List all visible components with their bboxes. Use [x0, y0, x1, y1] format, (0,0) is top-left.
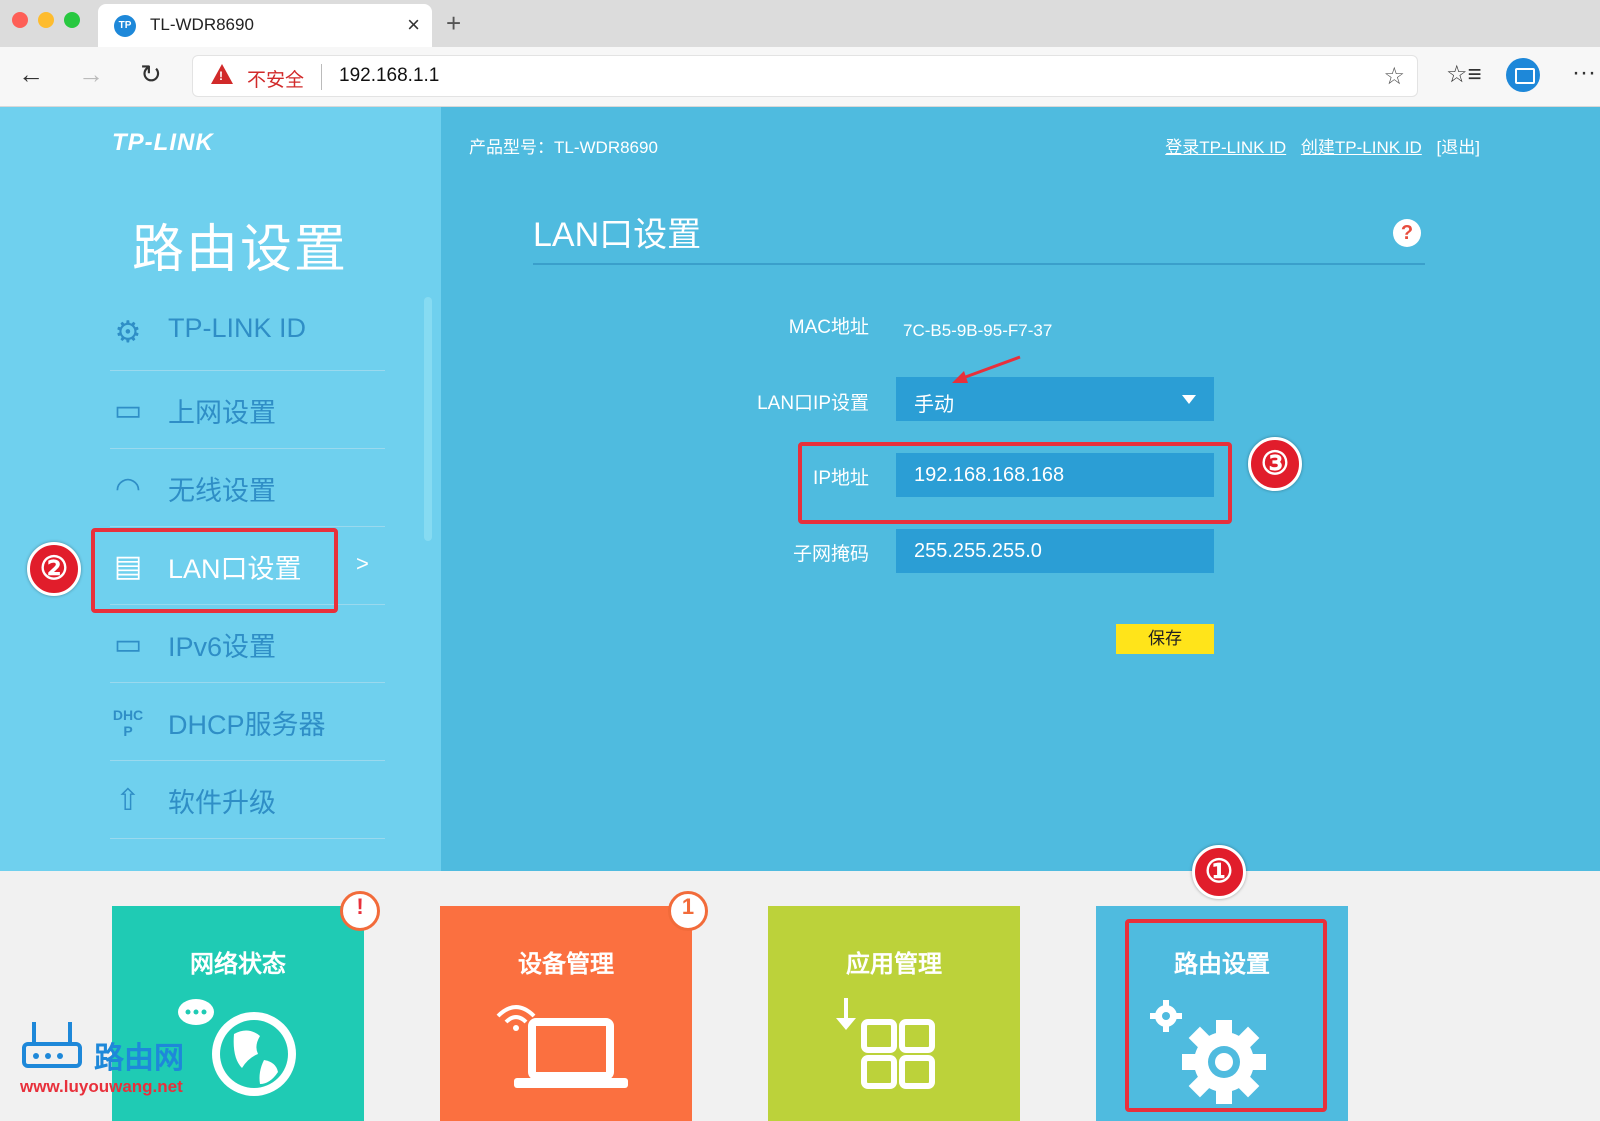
subnet-mask-input[interactable]: 255.255.255.0	[896, 529, 1214, 573]
warning-icon	[211, 64, 233, 84]
wifi-icon: ◠	[114, 472, 142, 505]
account-links: 登录TP-LINK ID 创建TP-LINK ID [退出]	[1155, 133, 1480, 158]
address-bar[interactable]: 不安全 192.168.1.1 ☆	[192, 55, 1418, 97]
logout-link[interactable]: [退出]	[1437, 138, 1480, 157]
tile-title: 应用管理	[846, 951, 942, 978]
minimize-window-button[interactable]	[38, 12, 54, 28]
laptop-icon: ▭	[113, 394, 143, 427]
title-divider	[533, 263, 1425, 265]
sidebar-item-label: 无线设置	[168, 476, 276, 506]
sidebar-item-tplink-id[interactable]: ⚙ TP-LINK ID	[110, 293, 385, 371]
sidebar-item-wireless[interactable]: ◠ 无线设置	[110, 449, 385, 527]
maximize-window-button[interactable]	[64, 12, 80, 28]
help-icon[interactable]: ?	[1393, 219, 1421, 247]
sidebar-item-label: DHCP服务器	[168, 710, 326, 740]
annotation-arrow	[952, 355, 1021, 383]
product-model: 产品型号：TL-WDR8690	[469, 138, 658, 157]
favorites-icon[interactable]: ☆≡	[1446, 60, 1482, 89]
more-icon[interactable]: ···	[1572, 59, 1596, 87]
browser-toolbar: ← → ↻ 不安全 192.168.1.1 ☆ ☆≡ ···	[0, 47, 1600, 107]
lan-ip-mode-select[interactable]: 手动	[896, 377, 1214, 421]
laptop-wifi-icon	[496, 1005, 628, 1088]
sidebar-item-upgrade[interactable]: ⇧ 软件升级	[110, 761, 385, 839]
tab-title: TL-WDR8690	[150, 15, 254, 34]
back-arrow-icon[interactable]: ←	[18, 59, 44, 90]
close-window-button[interactable]	[12, 12, 28, 28]
create-tplink-id-link[interactable]: 创建TP-LINK ID	[1301, 138, 1422, 157]
sidebar-item-label: TP-LINK ID	[168, 313, 307, 343]
close-tab-icon[interactable]: ×	[407, 12, 420, 38]
login-tplink-id-link[interactable]: 登录TP-LINK ID	[1165, 138, 1286, 157]
count-badge: 1	[668, 891, 708, 931]
apps-grid-icon	[836, 998, 935, 1089]
forward-arrow-icon[interactable]: →	[78, 59, 104, 90]
sidebar-item-internet[interactable]: ▭ 上网设置	[110, 371, 385, 449]
dhcp-icon: DHCP	[112, 707, 144, 739]
watermark-router-icon	[22, 1022, 82, 1068]
upload-icon: ⇧	[115, 784, 141, 817]
page-title: LAN口设置	[533, 216, 702, 254]
star-icon[interactable]: ☆	[1383, 62, 1405, 91]
tile-device-management[interactable]: 设备管理	[440, 906, 692, 1121]
chevron-right-icon: >	[356, 551, 369, 576]
browser-tab[interactable]: TP TL-WDR8690 ×	[98, 4, 432, 47]
tplink-favicon-icon: TP	[114, 15, 136, 37]
sidebar-scrollbar[interactable]	[424, 297, 432, 541]
save-button[interactable]: 保存	[1116, 624, 1214, 654]
chevron-down-icon	[1182, 395, 1196, 404]
tplink-logo: TP-LINK	[112, 129, 214, 156]
tile-app-management[interactable]: 应用管理	[768, 906, 1020, 1121]
reload-icon[interactable]: ↻	[140, 59, 162, 90]
lan-ip-mode-label: LAN口IP设置	[757, 393, 869, 414]
alert-badge: !	[340, 891, 380, 931]
highlight-ip-field	[798, 442, 1232, 524]
sidebar-item-dhcp[interactable]: DHCP DHCP服务器	[110, 683, 385, 761]
gear-icon: ⚙	[114, 316, 142, 349]
watermark-brand: 路由网	[94, 1042, 184, 1075]
bottom-tile-bar: 网络状态 ! 设备管理 1 应用管理 路由设置	[0, 871, 1600, 1121]
watermark-url: www.luyouwang.net	[20, 1077, 183, 1096]
mac-label: MAC地址	[788, 317, 869, 338]
highlight-router-settings-tile	[1125, 919, 1327, 1112]
subnet-mask-label: 子网掩码	[792, 544, 869, 565]
laptop-icon: ▭	[113, 628, 143, 661]
mac-value: 7C-B5-9B-95-F7-37	[903, 321, 1053, 340]
callout-1: ①	[1192, 845, 1246, 899]
new-tab-button[interactable]: +	[446, 8, 461, 39]
sidebar-item-ipv6[interactable]: ▭ IPv6设置	[110, 605, 385, 683]
callout-3: ③	[1248, 437, 1302, 491]
section-title: 路由设置	[132, 221, 349, 279]
highlight-lan-menu	[91, 528, 338, 613]
sidebar-item-label: 上网设置	[168, 398, 276, 428]
insecure-label[interactable]: 不安全	[247, 65, 304, 92]
tile-title: 网络状态	[190, 951, 286, 978]
lan-ip-mode-value: 手动	[914, 394, 954, 416]
callout-2: ②	[27, 542, 81, 596]
globe-icon	[178, 999, 296, 1096]
sidebar-item-label: IPv6设置	[168, 632, 277, 662]
address-divider	[321, 64, 322, 90]
sidebar-item-label: 软件升级	[168, 788, 276, 818]
browser-tab-bar: TP TL-WDR8690 × +	[0, 0, 1600, 47]
sidebar: TP-LINK 路由设置 ⚙ TP-LINK ID ▭ 上网设置 ◠ 无线设置 …	[0, 107, 441, 871]
url-text[interactable]: 192.168.1.1	[339, 65, 439, 87]
tile-title: 设备管理	[518, 951, 614, 978]
profile-icon[interactable]	[1506, 58, 1540, 92]
